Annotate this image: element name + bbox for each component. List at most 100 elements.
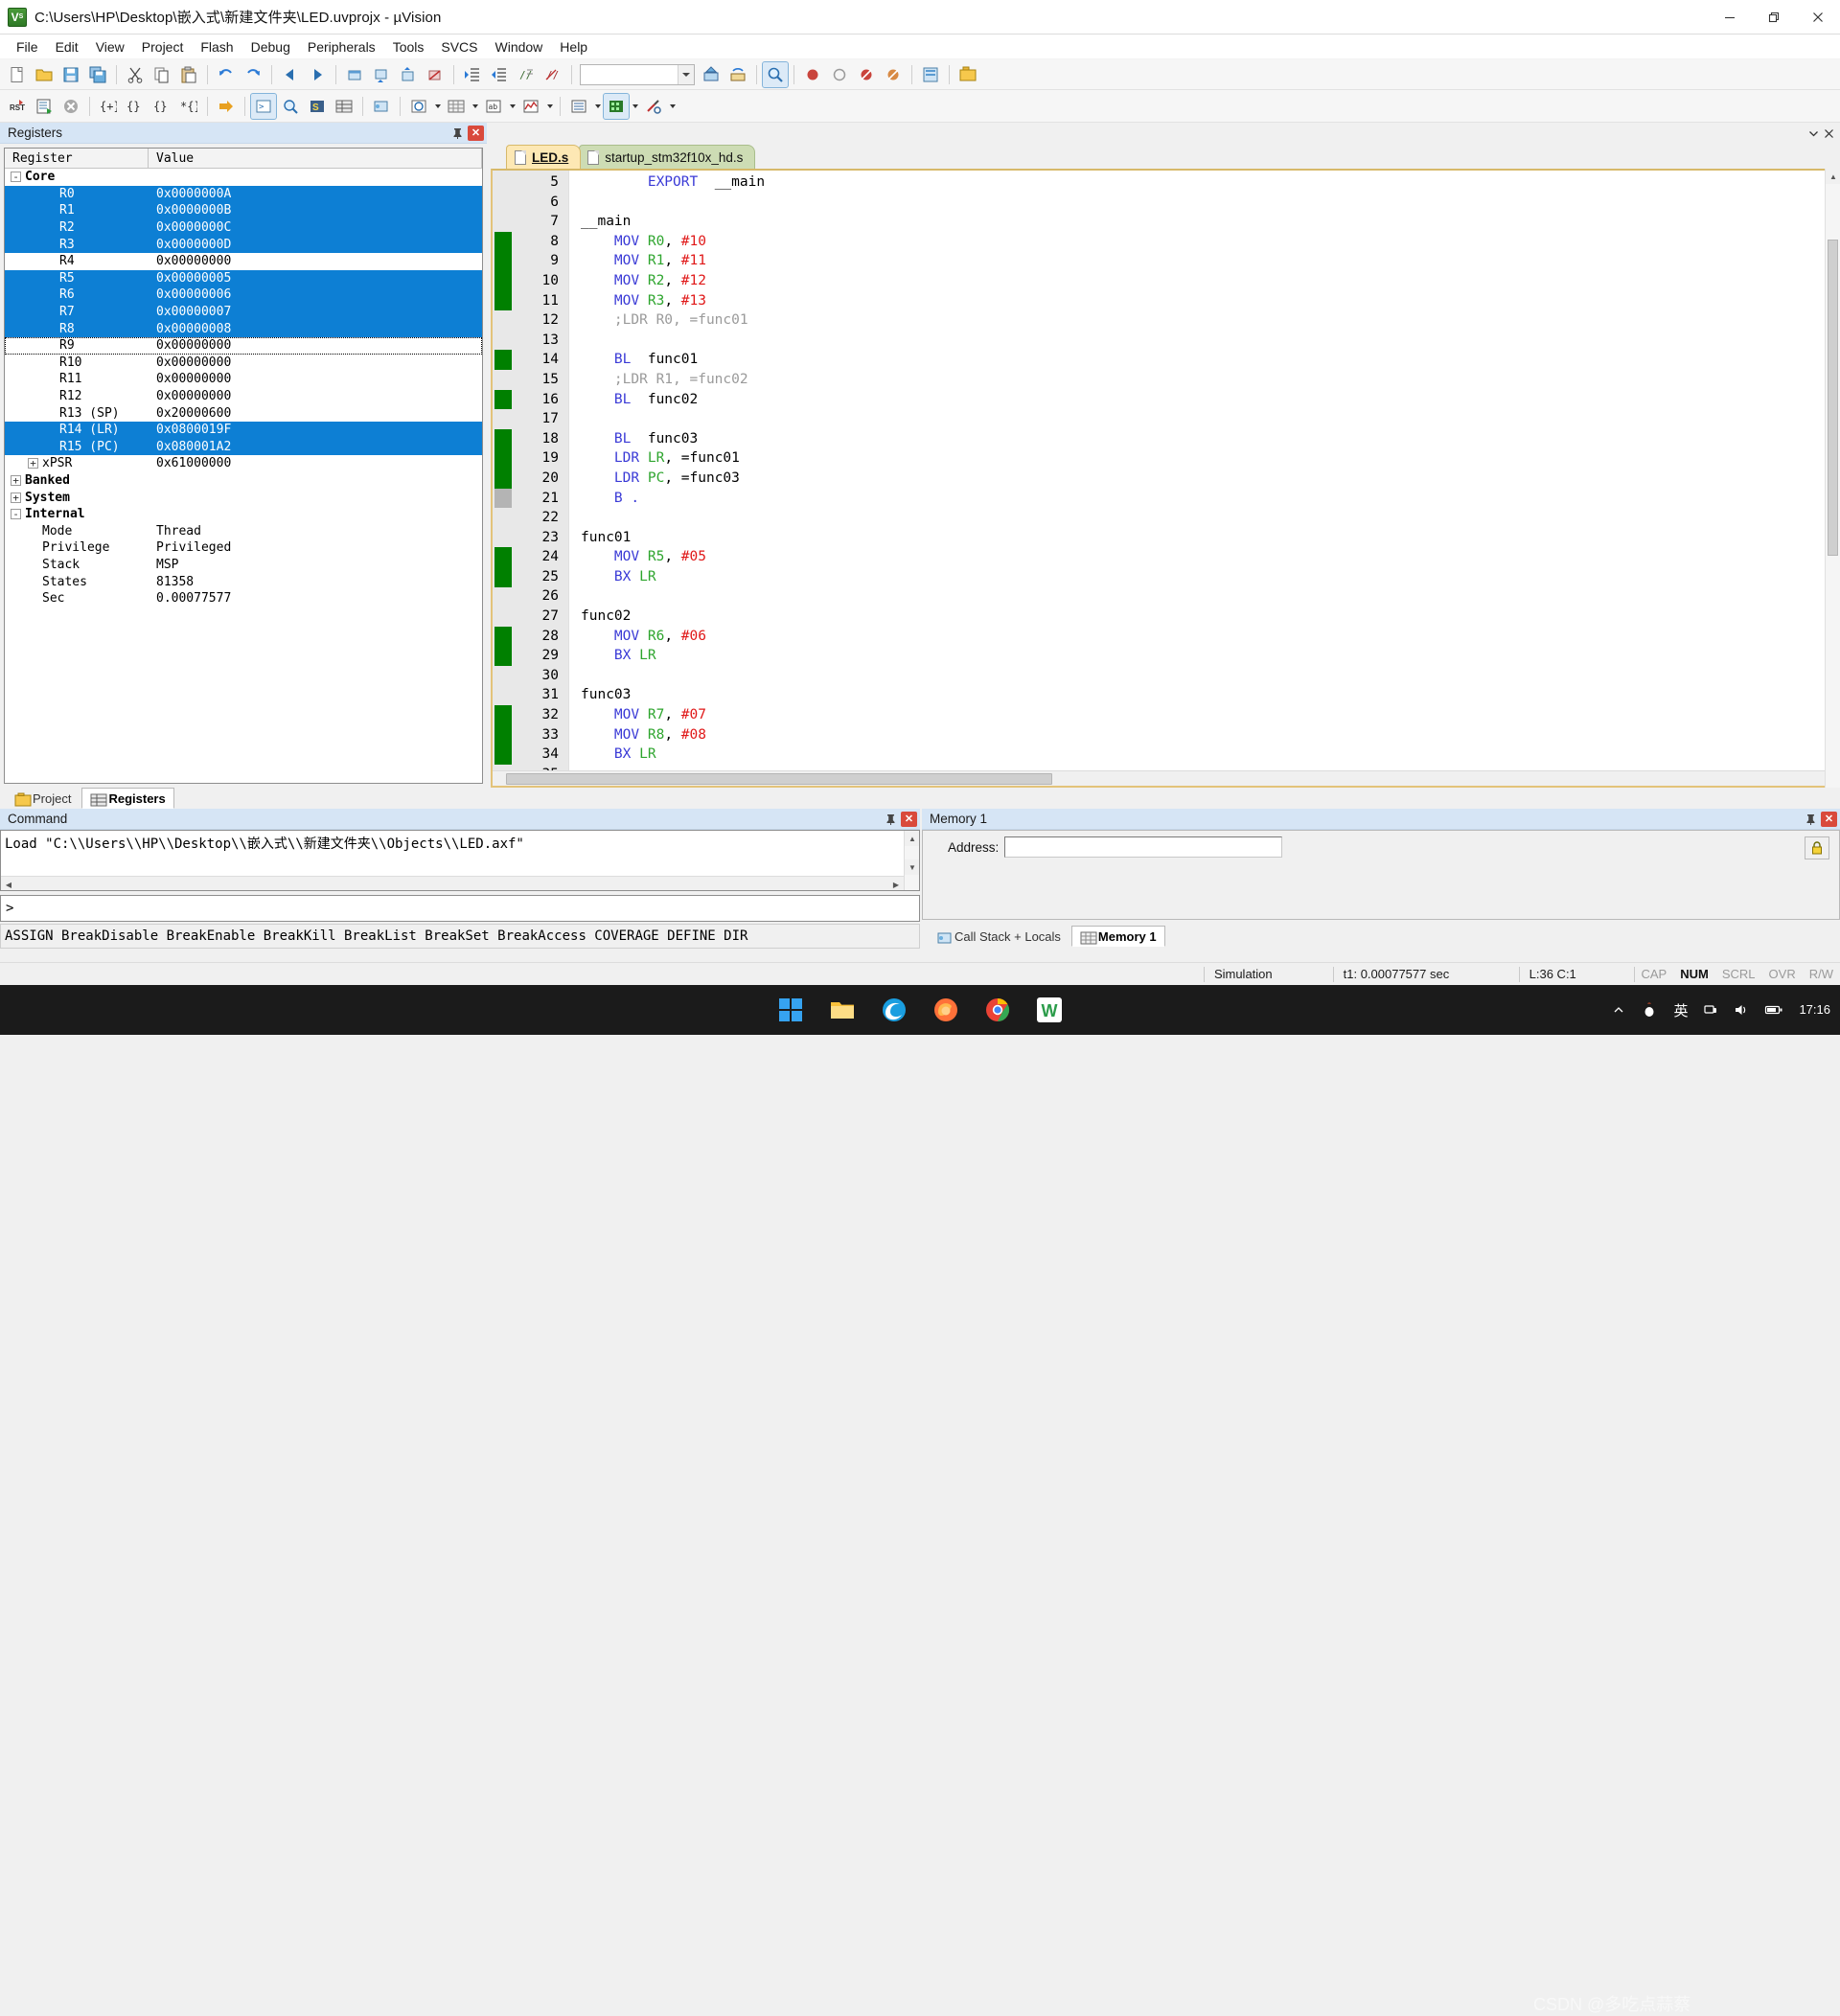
command-horizontal-scrollbar[interactable]: ◀ ▶ (1, 876, 904, 890)
auto-hide-icon[interactable] (1806, 125, 1821, 142)
execution-marker[interactable] (494, 745, 512, 765)
cut-icon[interactable] (123, 62, 148, 87)
menu-item-help[interactable]: Help (551, 36, 596, 57)
code-line[interactable]: BL func01 (569, 350, 1838, 370)
code-line[interactable]: func02 (569, 607, 1838, 627)
comment-icon[interactable]: // (514, 62, 539, 87)
code-line[interactable]: MOV R1, #11 (569, 251, 1838, 271)
breakpoint-icon[interactable] (800, 62, 825, 87)
register-row-r11[interactable]: R11 0x00000000 (5, 371, 482, 388)
disassembly-icon[interactable] (278, 94, 303, 119)
register-row-r9[interactable]: R9 0x00000000 (5, 337, 482, 355)
code-line[interactable] (569, 508, 1838, 528)
register-row-xpsr[interactable]: + xPSR 0x61000000 (5, 455, 482, 472)
symbols-icon[interactable]: S (305, 94, 330, 119)
register-value[interactable]: Privileged (156, 540, 231, 555)
register-value[interactable]: 0x00000006 (156, 287, 231, 302)
code-line[interactable]: ;LDR R1, =func02 (569, 370, 1838, 390)
step-over-icon[interactable]: {} (123, 94, 148, 119)
file-explorer-icon[interactable] (823, 991, 862, 1029)
code-line[interactable]: MOV R6, #06 (569, 627, 1838, 647)
close-button[interactable] (1796, 0, 1840, 34)
bookmark-prev-icon[interactable] (396, 62, 421, 87)
code-line[interactable]: B . (569, 489, 1838, 509)
restore-button[interactable] (1752, 0, 1796, 34)
expand-icon[interactable]: + (11, 475, 21, 486)
call-stack-icon[interactable] (369, 94, 394, 119)
chevron-down-icon[interactable] (592, 94, 603, 119)
editor-tab-leds[interactable]: LED.s (506, 145, 581, 169)
memory-tab-callstacklocals[interactable]: Call Stack + Locals (928, 926, 1070, 947)
code-line[interactable]: MOV R7, #07 (569, 705, 1838, 725)
run-to-cursor-icon[interactable]: *{} (176, 94, 201, 119)
code-line[interactable]: BL func03 (569, 429, 1838, 449)
scroll-up-arrow[interactable]: ▲ (905, 831, 920, 846)
register-row-mode[interactable]: Mode Thread (5, 522, 482, 539)
qq-icon[interactable] (1641, 1001, 1658, 1019)
register-row-r5[interactable]: R5 0x00000005 (5, 270, 482, 287)
register-row-r2[interactable]: R2 0x0000000C (5, 219, 482, 237)
uncomment-icon[interactable]: // (540, 62, 565, 87)
command-output[interactable]: Load "C:\\Users\\HP\\Desktop\\嵌入式\\新建文件夹… (0, 830, 920, 891)
register-value[interactable]: 0x00000000 (156, 389, 231, 403)
bookmark-toggle-icon[interactable] (342, 62, 367, 87)
manage-project-icon[interactable] (955, 62, 980, 87)
tab-project[interactable]: Project (6, 788, 80, 809)
register-value[interactable]: 0x00000000 (156, 338, 231, 353)
editor-vertical-scrollbar[interactable]: ▲ (1825, 169, 1840, 788)
breakpoint-kill-icon[interactable] (854, 62, 879, 87)
register-value[interactable]: 0x00000008 (156, 322, 231, 336)
undo-icon[interactable] (214, 62, 239, 87)
execution-marker[interactable] (494, 232, 512, 252)
execution-marker[interactable] (494, 627, 512, 647)
rebuild-icon[interactable] (725, 62, 750, 87)
step-into-icon[interactable]: {+} (96, 94, 121, 119)
analysis-icon[interactable] (518, 94, 543, 119)
outdent-icon[interactable] (487, 62, 512, 87)
execution-marker[interactable] (494, 390, 512, 410)
register-row-r14lr[interactable]: R14 (LR) 0x0800019F (5, 422, 482, 439)
system-viewer-icon[interactable] (604, 94, 629, 119)
ime-icon[interactable]: 英 (1673, 1000, 1688, 1020)
watch-icon[interactable] (406, 94, 431, 119)
serial-icon[interactable]: ab (481, 94, 506, 119)
column-header-value[interactable]: Value (149, 149, 482, 168)
menu-item-flash[interactable]: Flash (192, 36, 242, 57)
lock-icon[interactable] (1805, 836, 1829, 859)
code-line[interactable] (569, 666, 1838, 686)
register-value[interactable]: Thread (156, 524, 201, 538)
code-line[interactable]: MOV R8, #08 (569, 725, 1838, 745)
execution-marker[interactable] (494, 429, 512, 449)
execution-marker[interactable] (494, 725, 512, 745)
address-input[interactable] (1004, 836, 1282, 858)
execution-marker[interactable] (494, 489, 512, 509)
register-row-system[interactable]: + System (5, 489, 482, 506)
code-line[interactable] (569, 586, 1838, 607)
pin-icon[interactable] (449, 125, 465, 142)
register-value[interactable]: 0x0000000B (156, 203, 231, 218)
code-editor[interactable]: 5 6 7 8 9 10 11 12 13 14 15 16 17 18 19 20 21 22 23 24 25 26 2… (491, 169, 1840, 788)
redo-icon[interactable] (241, 62, 265, 87)
execution-marker[interactable] (494, 291, 512, 311)
copy-icon[interactable] (150, 62, 174, 87)
menu-item-tools[interactable]: Tools (384, 36, 433, 57)
paste-icon[interactable] (176, 62, 201, 87)
chevron-up-icon[interactable] (1612, 1003, 1625, 1017)
breakpoint-disable-all-icon[interactable] (881, 62, 906, 87)
register-value[interactable]: 0x00000000 (156, 372, 231, 386)
chevron-down-icon[interactable] (432, 94, 443, 119)
register-row-stack[interactable]: Stack MSP (5, 557, 482, 574)
collapse-icon[interactable]: - (11, 172, 21, 182)
scroll-down-arrow[interactable]: ▼ (905, 859, 920, 875)
collapse-icon[interactable]: - (11, 509, 21, 519)
code-line[interactable]: LDR LR, =func01 (569, 448, 1838, 469)
registers-rows[interactable]: - Core R0 0x0000000A R1 0x0000000B R2 0x0000000… (5, 169, 482, 783)
code-line[interactable]: func01 (569, 528, 1838, 548)
run-icon[interactable] (32, 94, 57, 119)
register-row-internal[interactable]: - Internal (5, 506, 482, 523)
open-file-icon[interactable] (32, 62, 57, 87)
execution-marker[interactable] (494, 469, 512, 489)
register-value[interactable]: 0x20000600 (156, 406, 231, 421)
register-row-r4[interactable]: R4 0x00000000 (5, 253, 482, 270)
breakpoint-margin[interactable] (493, 171, 514, 770)
